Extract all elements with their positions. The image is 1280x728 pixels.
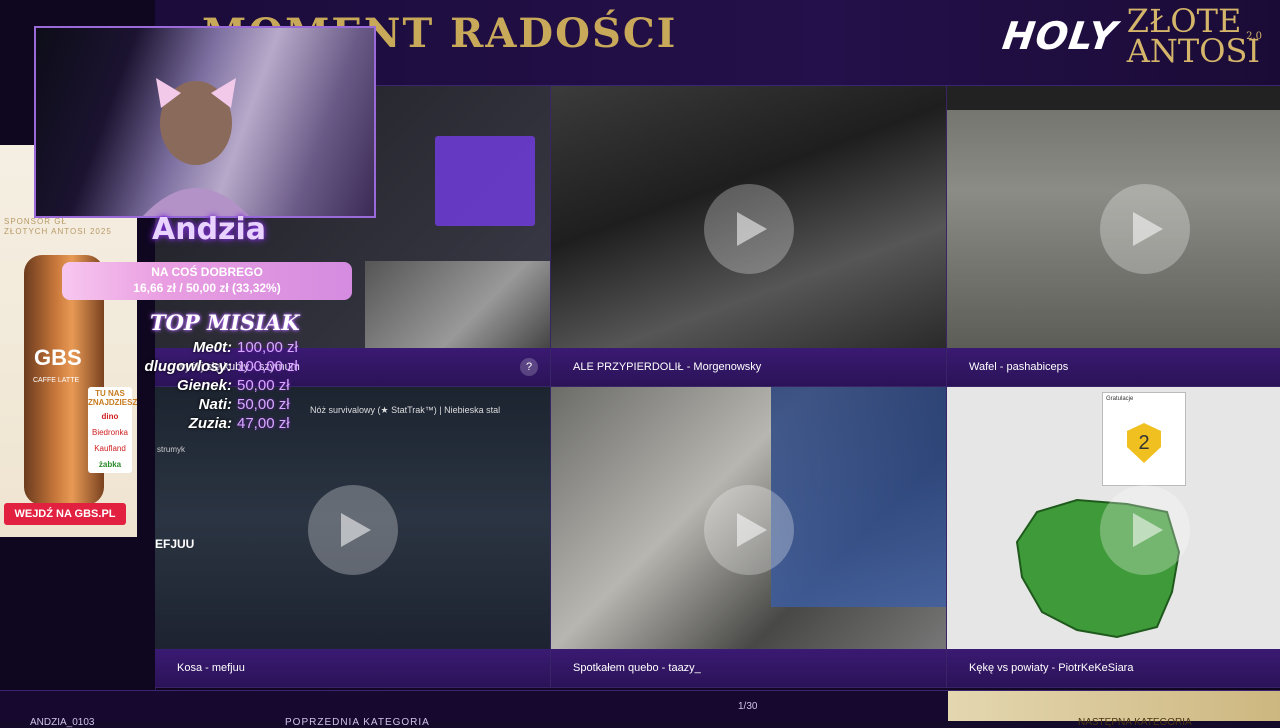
donation-goal: NA COŚ DOBREGO 16,66 zł / 50,00 zł (33,3… xyxy=(62,262,352,300)
help-button[interactable]: ? xyxy=(520,358,538,376)
store-kaufland: Kaufland xyxy=(94,444,126,453)
store-biedronka: Biedronka xyxy=(91,428,129,437)
donor-name: Gienek: xyxy=(176,377,232,394)
streamer-name: Andzia xyxy=(152,212,267,247)
clip-tile[interactable]: Gratulacje 2 Kękę vs powiaty - PiotrKeKe… xyxy=(947,387,1280,688)
list-item: Me0t: 100,00 zł xyxy=(130,338,298,357)
clip-caption: Kękę vs powiaty - PiotrKeKeSiara xyxy=(947,649,1280,687)
logo-year: 2.0 xyxy=(1246,31,1262,42)
clip-caption: Spotkałem quebo - taazy_ xyxy=(551,649,946,687)
sponsor-text: SPONSOR GŁ ZŁOTYCH ANTOSI 2025 xyxy=(4,217,112,237)
store-dino: dino xyxy=(101,412,119,421)
popup-head: Gratulacje xyxy=(1106,396,1134,402)
donor-name: Zuzia: xyxy=(188,415,232,432)
sponsor-line-2: ZŁOTYCH ANTOSI 2025 xyxy=(4,227,112,236)
streamer-silhouette xyxy=(142,78,250,216)
store-zabka: żabka xyxy=(98,460,122,469)
donor-amount: 50,00 zł xyxy=(237,377,290,394)
play-icon[interactable] xyxy=(1100,485,1190,575)
top-donors-title: TOP MISIAK xyxy=(150,310,300,335)
clip-caption: Wafel - pashabiceps xyxy=(947,348,1280,386)
donor-name: Nati: xyxy=(198,396,232,413)
can-flavor: CAFFE LATTE xyxy=(33,377,80,384)
top-donors-list: Me0t: 100,00 zł dlugowlosy: 100,00 zł Gien… xyxy=(130,338,298,433)
donor-amount: 100,00 zł xyxy=(237,339,298,356)
clip-caption: Kosa - mefjuu xyxy=(155,649,550,687)
list-item: Gienek: 50,00 zł xyxy=(130,376,298,395)
clip-caption: ALE PRZYPIERDOLIŁ - Morgenowsky xyxy=(551,348,946,386)
donor-name: dlugowlosy: xyxy=(144,358,233,375)
footer-bar: ANDZIA_0103 POPRZEDNIA KATEGORIA 1/30 NA… xyxy=(0,690,1280,728)
driving-inset xyxy=(365,261,550,348)
donor-amount: 50,00 zł xyxy=(237,396,290,413)
goal-amount: 16,66 zł / 50,00 zł (33,32%) xyxy=(133,281,281,295)
sponsor-line-1: SPONSOR GŁ xyxy=(4,217,67,226)
achievement-popup: Gratulacje 2 xyxy=(1102,392,1186,486)
efjuu-tag: EFJUU xyxy=(155,537,195,551)
next-category-label: NASTĘPNA KATEGORIA xyxy=(1078,717,1192,728)
page-counter: 1/30 xyxy=(738,701,758,712)
clip-tile[interactable]: Wafel - pashabiceps xyxy=(947,86,1280,387)
player-bar xyxy=(947,86,1280,110)
next-category-button[interactable]: NASTĘPNA KATEGORIA xyxy=(948,691,1280,728)
list-item: Zuzia: 47,00 zł xyxy=(130,414,298,433)
ticket-office xyxy=(771,387,946,607)
goal-title: NA COŚ DOBREGO xyxy=(151,265,263,279)
event-logo: HOLY ZŁOTE ANTOSI 2.0 xyxy=(999,5,1262,70)
logo-line-2: ANTOSI xyxy=(1126,32,1260,70)
donor-amount: 100,00 zł xyxy=(237,358,298,375)
donor-amount: 47,00 zł xyxy=(237,415,290,432)
badge-number: 2 xyxy=(1127,423,1161,463)
play-icon[interactable] xyxy=(703,485,794,575)
clip-tile[interactable]: Spotkałem quebo - taazy_ xyxy=(551,387,947,688)
webcam-feed xyxy=(34,26,376,218)
footer-user: ANDZIA_0103 xyxy=(30,717,95,728)
holy-logo: HOLY xyxy=(999,14,1120,58)
list-item: Nati: 50,00 zł xyxy=(130,395,298,414)
knife-title: Nóż survivalowy (★ StatTrak™) | Niebiesk… xyxy=(310,405,501,415)
store-list: TU NAS ZNAJDZIESZ dino Biedronka Kauflan… xyxy=(88,387,137,473)
play-icon[interactable] xyxy=(307,485,398,575)
play-icon[interactable] xyxy=(703,184,794,274)
can-brand: GBS xyxy=(34,345,82,370)
clip-tile[interactable]: ALE PRZYPIERDOLIŁ - Morgenowsky xyxy=(551,86,947,387)
prev-category-button[interactable]: POPRZEDNIA KATEGORIA xyxy=(285,717,430,728)
ui-panel xyxy=(435,136,535,226)
sponsor-cta-button[interactable]: WEJDŹ NA GBS.PL xyxy=(4,503,126,525)
donor-name: Me0t: xyxy=(192,339,232,356)
play-icon[interactable] xyxy=(1100,184,1190,274)
streamer-tag: strumyk xyxy=(157,445,185,454)
list-item: dlugowlosy: 100,00 zł xyxy=(130,357,298,376)
store-list-head: TU NAS ZNAJDZIESZ xyxy=(88,389,137,407)
